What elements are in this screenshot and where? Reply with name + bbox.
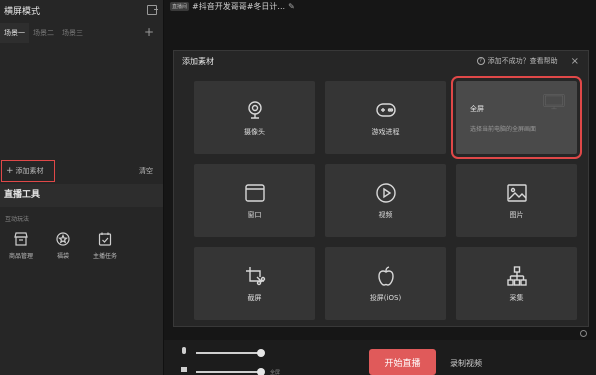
add-scene-button[interactable]: +: [144, 22, 154, 42]
tool-label: 主播任务: [92, 253, 117, 260]
speaker-icon[interactable]: [181, 367, 187, 372]
source-label: 截屏: [247, 293, 262, 302]
add-source-button[interactable]: + 添加素材: [1, 160, 55, 182]
speaker-volume-slider[interactable]: [196, 368, 265, 375]
source-ios[interactable]: 投屏(iOS): [325, 247, 446, 320]
apple-icon: [377, 265, 394, 286]
source-label: 窗口: [247, 210, 262, 219]
camera-icon: [247, 100, 262, 119]
monitor-icon: [543, 94, 565, 110]
tab-scene-3[interactable]: 场景三: [58, 23, 87, 43]
slider-knob[interactable]: [257, 368, 265, 375]
top-bar: 直播间 #抖音开发哥哥#冬日计... ✎: [164, 0, 596, 12]
left-panel: 横屏模式 场景一 场景二 场景三 + + 添加素材 清空 直播工具 互动玩法 商…: [0, 0, 163, 375]
source-label: 游戏进程: [371, 127, 400, 136]
dialog-header: 添加素材 ? 添加不成功？查看帮助 ×: [174, 51, 588, 71]
badge-icon: [56, 232, 70, 246]
mic-volume-slider[interactable]: [196, 349, 265, 357]
source-label: 采集: [509, 293, 524, 302]
source-label: 投屏(iOS): [369, 293, 402, 302]
record-video-button[interactable]: 录制视频: [450, 358, 482, 369]
add-source-dialog: 添加素材 ? 添加不成功？查看帮助 × 摄像头 游戏进程 全屏 选择当前电脑的全…: [173, 50, 589, 327]
source-label: 视频: [378, 210, 393, 219]
source-camera[interactable]: 摄像头: [194, 81, 315, 154]
scene-tabs: 场景一 场景二 场景三: [0, 23, 163, 43]
screenshot-icon: [245, 266, 265, 285]
gamepad-icon: [375, 102, 396, 117]
start-live-button[interactable]: 开始直播: [369, 349, 436, 375]
tool-label: 商品管理: [8, 253, 33, 260]
play-icon: [375, 182, 396, 203]
panel-divider: [163, 0, 164, 375]
tool-shop[interactable]: 商品管理: [3, 231, 39, 260]
clear-button[interactable]: 清空: [139, 166, 153, 176]
capture-icon: [506, 265, 527, 286]
room-title: #抖音开发哥哥#冬日计...: [192, 1, 286, 11]
slider-knob[interactable]: [257, 349, 265, 357]
close-icon[interactable]: ×: [571, 56, 579, 67]
help-link[interactable]: 添加不成功？查看帮助: [488, 56, 558, 66]
shop-icon: [14, 232, 28, 246]
source-label: 图片: [509, 210, 524, 219]
tool-badge[interactable]: 福袋: [45, 231, 81, 260]
fullscreen-title: 全屏: [470, 105, 484, 113]
fullscreen-tag: 全屏: [270, 370, 281, 375]
source-game[interactable]: 游戏进程: [325, 81, 446, 154]
source-capture[interactable]: 采集: [456, 247, 577, 320]
dialog-title: 添加素材: [182, 56, 214, 66]
scroll-indicator[interactable]: [580, 330, 587, 337]
dialog-help[interactable]: ? 添加不成功？查看帮助 ×: [476, 56, 579, 67]
room-badge: 直播间: [170, 1, 190, 11]
source-window[interactable]: 窗口: [194, 164, 315, 237]
mic-icon[interactable]: [182, 347, 186, 354]
help-icon: ?: [476, 57, 485, 65]
source-label: 摄像头: [244, 127, 265, 136]
tools-row: 商品管理 福袋 主播任务: [3, 231, 123, 260]
tool-task[interactable]: 主播任务: [87, 231, 123, 260]
plus-icon: +: [6, 166, 14, 176]
tab-scene-2[interactable]: 场景二: [29, 23, 58, 43]
task-icon: [98, 232, 112, 246]
bottom-bar: 全屏 开始直播 录制视频: [164, 340, 596, 375]
live-tools-header: 直播工具: [0, 184, 163, 207]
pencil-icon[interactable]: ✎: [288, 2, 295, 11]
interact-label: 互动玩法: [5, 216, 30, 223]
export-icon[interactable]: [147, 5, 158, 15]
image-icon: [506, 183, 527, 202]
tool-label: 福袋: [56, 253, 69, 260]
mode-title: 横屏模式: [4, 6, 41, 17]
tab-scene-1[interactable]: 场景一: [0, 23, 29, 43]
left-header: 横屏模式: [0, 0, 163, 20]
source-image[interactable]: 图片: [456, 164, 577, 237]
source-grid: 摄像头 游戏进程 全屏 选择当前电脑的全屏画面 窗口 视频 图片 截屏 投屏(i…: [194, 76, 582, 320]
add-source-label: 添加素材: [15, 167, 44, 175]
fullscreen-desc: 选择当前电脑的全屏画面: [470, 126, 537, 133]
source-fullscreen[interactable]: 全屏 选择当前电脑的全屏画面: [451, 76, 582, 159]
source-screenshot[interactable]: 截屏: [194, 247, 315, 320]
source-video[interactable]: 视频: [325, 164, 446, 237]
window-icon: [244, 183, 265, 202]
